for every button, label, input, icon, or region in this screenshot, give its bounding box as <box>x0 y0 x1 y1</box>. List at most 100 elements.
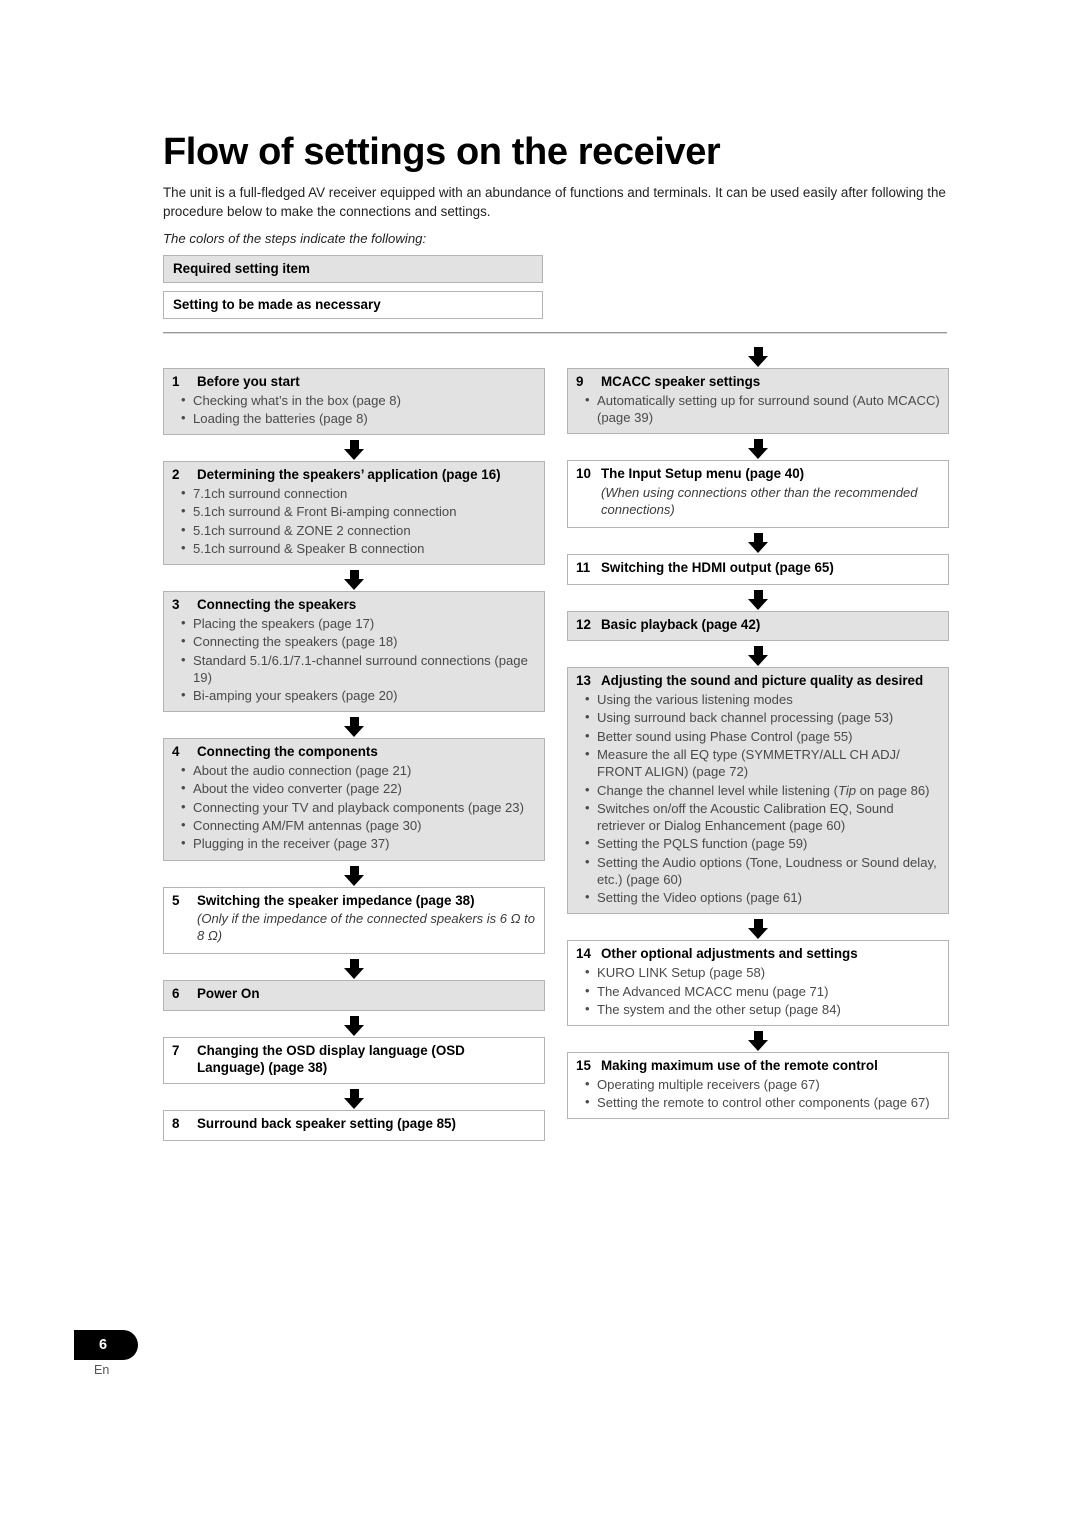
flow-step-heading: 4 Connecting the components <box>172 744 536 761</box>
flow-step-bullet-list: Placing the speakers (page 17)Connecting… <box>172 614 536 704</box>
flow-column-left: 1 Before you start Checking what’s in the … <box>163 368 545 1142</box>
arrow-head-icon <box>748 356 768 367</box>
flow-step-bullet: Operating multiple receivers (page 67) <box>576 1075 940 1093</box>
flow-step-bullet-list: Operating multiple receivers (page 67)Se… <box>576 1075 940 1112</box>
arrow-head-icon <box>748 928 768 940</box>
flow-step-bullet: Placing the speakers (page 17) <box>172 614 536 632</box>
flow-arrow-9-to-10 <box>567 434 949 460</box>
flow-step-bullet-list: Checking what’s in the box (page 8)Loadi… <box>172 391 536 428</box>
intro-paragraph: The unit is a full-fledged AV receiver e… <box>163 185 946 220</box>
flow-step-bullet: Setting the PQLS function (page 59) <box>576 834 940 852</box>
flow-step-bullet: Setting the Video options (page 61) <box>576 888 940 906</box>
flow-step-title: Changing the OSD display language (OSD L… <box>197 1042 465 1075</box>
flow-step-title: The Input Setup menu (page 40) <box>601 466 805 482</box>
flow-step-title: Surround back speaker setting (page 85) <box>197 1116 456 1132</box>
flow-arrow-3-to-4 <box>163 712 545 738</box>
flow-arrow-12-to-13 <box>567 641 949 667</box>
flow-step-number: 14 <box>576 946 591 962</box>
flow-step-bullet-list: Automatically setting up for surround so… <box>576 391 940 427</box>
flow-step-4: 4 Connecting the componentsAbout the audi… <box>163 738 545 861</box>
flow-step-bullet: 7.1ch surround connection <box>172 484 536 502</box>
flow-step-number: 1 <box>172 374 180 389</box>
arrow-head-icon <box>748 598 768 610</box>
flow-step-bullet: Using the various listening modes <box>576 690 940 708</box>
flow-step-bullet: Checking what’s in the box (page 8) <box>172 391 536 409</box>
flow-step-number: 15 <box>576 1058 591 1074</box>
flow-step-bullet-list: 7.1ch surround connection 5.1ch surround … <box>172 484 536 557</box>
flow-step-bullet-list: Using the various listening modesUsing s… <box>576 690 940 906</box>
flow-step-bullet: Loading the batteries (page 8) <box>172 409 536 427</box>
flow-step-5: 5 Switching the speaker impedance (page 3… <box>163 886 545 955</box>
flow-arrow-column-bridge <box>567 342 949 368</box>
flow-step-title: Connecting the components <box>197 744 378 760</box>
flow-step-bullet: About the video converter (page 22) <box>172 779 536 797</box>
flow-step-number: 11 <box>576 559 591 575</box>
flow-step-title: Before you start <box>197 374 300 389</box>
flow-step-bullet: The Advanced MCACC menu (page 71) <box>576 981 940 1000</box>
arrow-head-icon <box>748 448 768 460</box>
flow-step-heading: 9 MCACC speaker settings <box>576 374 940 391</box>
flow-step-bullet: Automatically setting up for surround so… <box>576 391 940 427</box>
flow-step-number: 4 <box>172 744 180 760</box>
flow-arrow-4-to-5 <box>163 861 545 887</box>
flow-step-14: 14 Other optional adjustments and setting… <box>567 940 949 1027</box>
flow-column-right: 9 MCACC speaker settings Automatically set… <box>567 368 949 1120</box>
flow-arrow-1-to-2 <box>163 435 545 461</box>
flow-step-heading: 8 Surround back speaker setting (page 85) <box>172 1116 536 1133</box>
flow-step-title: Connecting the speakers <box>197 597 357 613</box>
flow-step-title: Basic playback (page 42) <box>601 616 761 632</box>
flow-step-number: 7 <box>172 1042 180 1058</box>
flow-step-15: 15 Making maximum use of the remote contr… <box>567 1052 949 1120</box>
flow-step-bullet: Change the channel level while listening… <box>576 780 940 799</box>
flow-arrow-13-to-14 <box>567 914 949 940</box>
flow-step-bullet: Connecting the speakers (page 18) <box>172 632 536 650</box>
arrow-head-icon <box>344 1098 364 1110</box>
flow-step-heading: 15 Making maximum use of the remote contr… <box>576 1058 940 1075</box>
flow-step-title: Power On <box>197 986 260 1002</box>
flow-step-title: Other optional adjustments and settings <box>601 946 858 962</box>
flow-step-heading: 7 Changing the OSD display language (OSD … <box>172 1043 536 1077</box>
flow-step-number: 8 <box>172 1116 180 1132</box>
flow-step-number: 3 <box>172 597 180 613</box>
arrow-head-icon <box>344 1024 364 1036</box>
arrow-head-icon <box>344 968 364 980</box>
flow-step-number: 10 <box>576 466 591 482</box>
flow-step-title: MCACC speaker settings <box>601 374 761 389</box>
arrow-head-icon <box>344 874 364 886</box>
flow-step-bullet: 5.1ch surround & Speaker B connection <box>172 539 536 557</box>
legend-required-box: Required setting item <box>163 255 543 284</box>
flow-step-bullet: Connecting your TV and playback componen… <box>172 798 536 816</box>
arrow-head-icon <box>748 541 768 553</box>
flow-step-2: 2 Determining the speakers’ application (… <box>163 461 545 566</box>
document-page: Flow of settings on the receiver The uni… <box>0 0 1080 1527</box>
flow-step-note: (Only if the impedance of the connected … <box>197 911 535 944</box>
flow-step-bullet: Bi-amping your speakers (page 20) <box>172 686 536 704</box>
flow-step-title: Switching the speaker impedance (page 38… <box>197 892 475 908</box>
flow-step-heading: 6 Power On <box>172 986 536 1003</box>
flow-step-heading: 12 Basic playback (page 42) <box>576 617 940 634</box>
flow-step-title: Determining the speakers’ application (p… <box>197 467 501 483</box>
flow-step-bullet: Setting the remote to control other comp… <box>576 1093 940 1111</box>
flow-step-bullet: Standard 5.1/6.1/7.1-channel surround co… <box>172 651 536 687</box>
page-number-badge: 6 <box>74 1330 138 1360</box>
flow-step-7: 7 Changing the OSD display language (OSD … <box>163 1036 545 1085</box>
flow-step-8: 8 Surround back speaker setting (page 85) <box>163 1110 545 1142</box>
flow-arrow-6-to-7 <box>163 1011 545 1037</box>
flow-step-bullet-list: About the audio connection (page 21)Abou… <box>172 761 536 852</box>
page-language-label: En <box>94 1363 110 1377</box>
flow-step-bullet: Connecting AM/FM antennas (page 30) <box>172 816 536 834</box>
flow-step-title: Switching the HDMI output (page 65) <box>601 559 834 575</box>
flow-arrow-14-to-15 <box>567 1026 949 1052</box>
flow-step-6: 6 Power On <box>163 980 545 1011</box>
flow-step-number: 13 <box>576 673 591 689</box>
flow-step-title: Adjusting the sound and picture quality … <box>601 673 924 689</box>
flow-step-10: 10 The Input Setup menu (page 40) (When us… <box>567 460 949 528</box>
page-title: Flow of settings on the receiver <box>163 131 721 173</box>
flow-arrow-5-to-6 <box>163 954 545 980</box>
arrow-head-icon <box>344 579 364 591</box>
flow-step-bullet: Switches on/off the Acoustic Calibration… <box>576 799 940 835</box>
flow-step-heading: 2 Determining the speakers’ application (… <box>172 467 536 484</box>
arrow-head-icon <box>344 449 364 461</box>
flow-step-bullet-list: KURO LINK Setup (page 58)The Advanced MC… <box>576 963 940 1018</box>
flow-step-number: 6 <box>172 986 180 1002</box>
